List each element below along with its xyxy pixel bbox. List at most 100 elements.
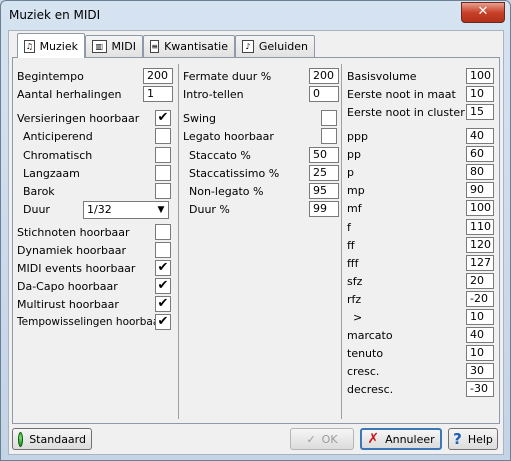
tab-geluiden[interactable]: ♪ Geluiden — [235, 35, 315, 57]
standaard-label: Standaard — [29, 432, 86, 446]
duur-label: Duur — [23, 203, 50, 216]
dynamics-row: rfz -20 — [347, 290, 495, 309]
tab-label: Muziek — [39, 39, 78, 53]
chromatisch-row[interactable]: Chromatisch — [23, 147, 172, 165]
tempowisselingen-checkbox[interactable]: ✔ — [155, 314, 171, 330]
dynamics-label: > — [353, 311, 363, 324]
title-bar[interactable]: Muziek en MIDI ✕ — [1, 1, 510, 29]
tempowisselingen-row[interactable]: Tempowisselingen hoorbaar ✔ — [17, 314, 172, 332]
versieringen-checkbox[interactable]: ✔ — [155, 110, 171, 126]
dynamics-row: f 110 — [347, 218, 495, 237]
anticiperend-row[interactable]: Anticiperend — [23, 128, 172, 146]
langzaam-label: Langzaam — [23, 167, 80, 180]
cancel-x-icon: ✗ — [367, 431, 380, 447]
column-playback: Begintempo 200 Aantal herhalingen 1 Vers… — [13, 64, 178, 419]
dynamics-label: ppp — [347, 130, 368, 143]
legato-checkbox[interactable] — [321, 128, 337, 144]
swing-checkbox[interactable] — [321, 110, 337, 126]
sounds-icon: ♪ — [242, 40, 254, 53]
multirust-row[interactable]: Multirust hoorbaar ✔ — [17, 296, 172, 314]
eerste-cluster-row: Eerste noot in cluster 15 — [347, 104, 495, 122]
anticiperend-checkbox[interactable] — [155, 128, 171, 144]
dynamics-input[interactable]: 40 — [466, 128, 494, 144]
barok-checkbox[interactable] — [155, 183, 171, 199]
nonlegato-row: Non-legato % 95 — [189, 183, 339, 201]
dynamics-input[interactable]: 10 — [466, 309, 494, 325]
tab-muziek[interactable]: ♫ Muziek — [17, 33, 85, 58]
dynamics-input[interactable]: 127 — [466, 254, 494, 271]
begintempo-row: Begintempo 200 — [17, 68, 173, 86]
midi-events-checkbox[interactable]: ✔ — [155, 260, 171, 276]
standaard-button[interactable]: Standaard — [12, 428, 92, 450]
dynamiek-checkbox[interactable] — [155, 242, 171, 258]
dynamics-row: p 80 — [347, 164, 495, 182]
chromatisch-label: Chromatisch — [23, 149, 93, 162]
dynamics-input[interactable]: -20 — [466, 290, 494, 307]
stichnoten-row[interactable]: Stichnoten hoorbaar — [17, 224, 172, 242]
ok-button[interactable]: ✓ OK — [290, 428, 354, 450]
eerste-cluster-label: Eerste noot in cluster — [347, 106, 465, 119]
versieringen-row[interactable]: Versieringen hoorbaar ✔ — [17, 110, 172, 128]
dynamics-label: cresc. — [347, 365, 380, 379]
versieringen-label: Versieringen hoorbaar — [17, 112, 140, 125]
dynamics-input[interactable]: 90 — [466, 182, 494, 199]
midi-events-row[interactable]: MIDI events hoorbaar ✔ — [17, 260, 172, 278]
ok-label: OK — [321, 432, 338, 446]
tab-midi[interactable]: ▥ MIDI — [85, 35, 143, 57]
dynamics-input[interactable]: 40 — [466, 327, 494, 344]
dynamics-input[interactable]: 100 — [466, 200, 494, 217]
swing-row[interactable]: Swing — [183, 110, 338, 128]
dynamics-row: decresc. -30 — [347, 381, 495, 399]
begintempo-label: Begintempo — [17, 70, 84, 83]
langzaam-checkbox[interactable] — [155, 165, 171, 181]
dynamics-input[interactable]: 30 — [466, 363, 494, 380]
annuleer-button[interactable]: ✗ Annuleer — [360, 428, 442, 450]
multirust-checkbox[interactable]: ✔ — [155, 296, 171, 312]
langzaam-row[interactable]: Langzaam — [23, 165, 172, 183]
herhalingen-row: Aantal herhalingen 1 — [17, 86, 173, 104]
green-circle-icon — [18, 431, 24, 447]
intro-input[interactable]: 0 — [309, 86, 339, 102]
chromatisch-checkbox[interactable] — [155, 147, 171, 163]
tab-label: MIDI — [111, 40, 136, 53]
dynamics-input[interactable]: 110 — [466, 218, 494, 235]
dynamics-input[interactable]: -30 — [466, 381, 494, 398]
tab-label: Geluiden — [258, 40, 308, 53]
basisvolume-input[interactable]: 100 — [466, 68, 494, 84]
dynamics-row: ff 120 — [347, 236, 495, 255]
dialog-window: Muziek en MIDI ✕ ♫ Muziek ▥ MIDI ≡ Kwant… — [0, 0, 511, 461]
dynamics-input[interactable]: 10 — [466, 345, 494, 362]
nonlegato-input[interactable]: 95 — [309, 183, 339, 199]
duur-select[interactable]: 1/32 ▼ — [83, 201, 169, 219]
chevron-down-icon[interactable]: ▼ — [154, 202, 168, 218]
duur-pct-input[interactable]: 99 — [309, 201, 339, 217]
tab-kwantisatie[interactable]: ≡ Kwantisatie — [143, 35, 235, 57]
legato-row[interactable]: Legato hoorbaar — [183, 128, 338, 146]
eerste-cluster-input[interactable]: 15 — [466, 104, 494, 120]
fermate-label: Fermate duur % — [183, 70, 272, 83]
dacapo-checkbox[interactable]: ✔ — [155, 278, 171, 294]
barok-row[interactable]: Barok — [23, 183, 172, 201]
dialog-body: ♫ Muziek ▥ MIDI ≡ Kwantisatie ♪ Geluiden… — [8, 30, 504, 455]
dynamics-row: mp 90 — [347, 182, 495, 200]
dacapo-row[interactable]: Da-Capo hoorbaar ✔ — [17, 278, 172, 296]
dynamics-row: >10 — [347, 309, 495, 327]
dynamics-input[interactable]: 80 — [466, 164, 494, 181]
stichnoten-checkbox[interactable] — [155, 224, 171, 240]
help-button[interactable]: ? Help — [448, 428, 498, 450]
fermate-input[interactable]: 200 — [309, 68, 339, 84]
dynamics-input[interactable]: 20 — [466, 272, 494, 289]
dynamics-row: ppp 40 — [347, 128, 495, 146]
eerste-maat-input[interactable]: 10 — [466, 86, 494, 102]
staccato-input[interactable]: 50 — [309, 147, 339, 163]
dynamics-input[interactable]: 120 — [466, 236, 494, 253]
staccatissimo-row: Staccatissimo % 25 — [189, 165, 339, 183]
dynamics-label: marcato — [347, 329, 393, 343]
close-button[interactable]: ✕ — [461, 2, 505, 23]
dynamiek-row[interactable]: Dynamiek hoorbaar — [17, 242, 172, 260]
dynamics-row: mf 100 — [347, 200, 495, 218]
dynamics-input[interactable]: 60 — [466, 146, 494, 163]
staccatissimo-input[interactable]: 25 — [309, 165, 339, 181]
begintempo-input[interactable]: 200 — [143, 68, 173, 84]
herhalingen-input[interactable]: 1 — [143, 86, 173, 102]
